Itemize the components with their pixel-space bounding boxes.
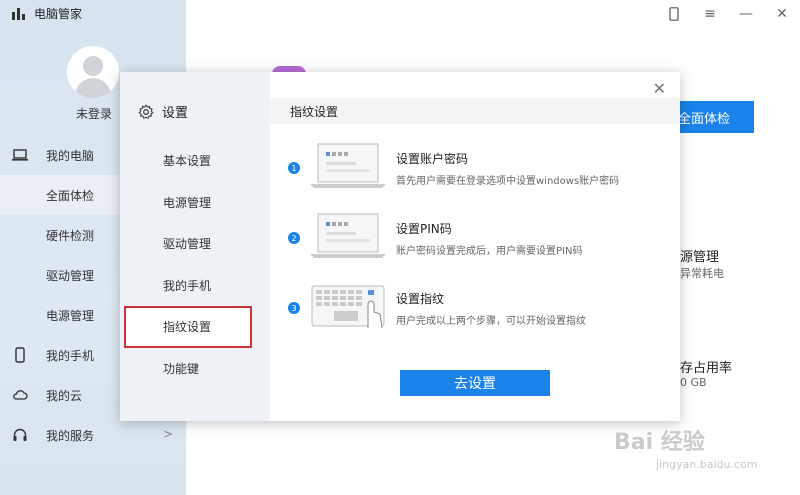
- keyboard-fingerprint-illustration: [311, 285, 385, 329]
- laptop-password-illustration: [310, 143, 386, 188]
- chevron-right-icon: >: [163, 427, 174, 441]
- sidebar-item-label: 我的电脑: [46, 148, 95, 163]
- sidebar-item-label: 驱动管理: [46, 268, 95, 283]
- minimize-icon[interactable]: —: [728, 4, 764, 24]
- step-title: 设置指纹: [396, 292, 445, 306]
- menu-item-driver[interactable]: 驱动管理: [120, 223, 270, 265]
- sidebar-item-label: 电源管理: [46, 308, 95, 323]
- memory-card-sub: 0 GB: [680, 376, 707, 389]
- power-card-title: 源管理: [680, 250, 720, 265]
- close-icon[interactable]: ✕: [653, 79, 666, 98]
- step-fingerprint: 3 设置指纹 用户完成以上两个步骤，可以开始设置指纹: [288, 282, 668, 338]
- sidebar-item-label: 硬件检测: [46, 228, 95, 243]
- menu-item-power[interactable]: 电源管理: [120, 182, 270, 224]
- power-card-sub: 异常耗电: [680, 267, 724, 280]
- laptop-icon: [12, 149, 28, 161]
- cloud-icon: [13, 390, 28, 400]
- step-pin: 2 设置PIN码 账户密码设置完成后，用户需要设置PIN码: [288, 212, 668, 268]
- settings-header: 设置: [138, 102, 188, 121]
- menu-item-phone[interactable]: 我的手机: [120, 265, 270, 307]
- step-desc: 账户密码设置完成后，用户需要设置PIN码: [396, 246, 583, 257]
- step-account-password: 1 设置账户密码 首先用户需要在登录选项中设置windows账户密码: [288, 142, 668, 198]
- close-window-icon[interactable]: ✕: [764, 4, 800, 24]
- full-scan-button[interactable]: 全面体检: [676, 101, 754, 133]
- menu-item-fingerprint[interactable]: 指纹设置: [124, 306, 252, 348]
- step-number: 3: [288, 302, 300, 314]
- watermark-url: jingyan.baidu.com: [656, 458, 758, 471]
- settings-dialog: 设置 基本设置 电源管理 驱动管理 我的手机 指纹设置 功能键 ✕ 指纹设置 1…: [120, 72, 680, 421]
- settings-menu-panel: 设置 基本设置 电源管理 驱动管理 我的手机 指纹设置 功能键: [120, 72, 270, 421]
- step-number: 2: [288, 232, 300, 244]
- login-status[interactable]: 未登录: [76, 105, 112, 122]
- settings-menu: 基本设置 电源管理 驱动管理 我的手机 指纹设置 功能键: [120, 140, 270, 389]
- step-title: 设置PIN码: [396, 222, 452, 236]
- menu-item-basic[interactable]: 基本设置: [120, 140, 270, 182]
- app-title-text: 电脑管家: [34, 7, 83, 21]
- step-title: 设置账户密码: [396, 152, 469, 166]
- mobile-icon[interactable]: [656, 4, 692, 24]
- sidebar-item-my-service[interactable]: 我的服务 >: [0, 415, 186, 455]
- go-setup-button[interactable]: 去设置: [400, 370, 550, 396]
- app-logo-icon: [12, 7, 26, 20]
- sidebar-item-label: 我的服务: [46, 428, 95, 443]
- settings-title: 设置: [162, 106, 189, 121]
- sidebar-item-label: 我的手机: [46, 348, 95, 363]
- menu-icon[interactable]: ≡: [692, 4, 728, 24]
- gear-icon: [138, 103, 154, 119]
- window-controls: ≡ — ✕: [656, 4, 800, 24]
- app-title: 电脑管家: [12, 5, 82, 22]
- section-title: 指纹设置: [270, 98, 680, 124]
- watermark-logo: Bai 经验: [614, 430, 705, 455]
- menu-item-function-keys[interactable]: 功能键: [120, 348, 270, 390]
- step-number: 1: [288, 162, 300, 174]
- sidebar-item-label: 全面体检: [46, 188, 95, 203]
- sidebar-item-label: 我的云: [46, 388, 83, 403]
- memory-card-title: 存占用率: [680, 361, 733, 376]
- headset-icon: [13, 428, 27, 441]
- step-desc: 用户完成以上两个步骤，可以开始设置指纹: [396, 316, 586, 327]
- avatar[interactable]: [67, 46, 119, 98]
- fingerprint-panel: ✕ 指纹设置 1 设置账户密码 首先用户需要在登录选项中设置windows账户密…: [270, 72, 680, 421]
- phone-icon: [15, 347, 25, 363]
- laptop-pin-illustration: [310, 213, 386, 258]
- step-desc: 首先用户需要在登录选项中设置windows账户密码: [396, 176, 620, 187]
